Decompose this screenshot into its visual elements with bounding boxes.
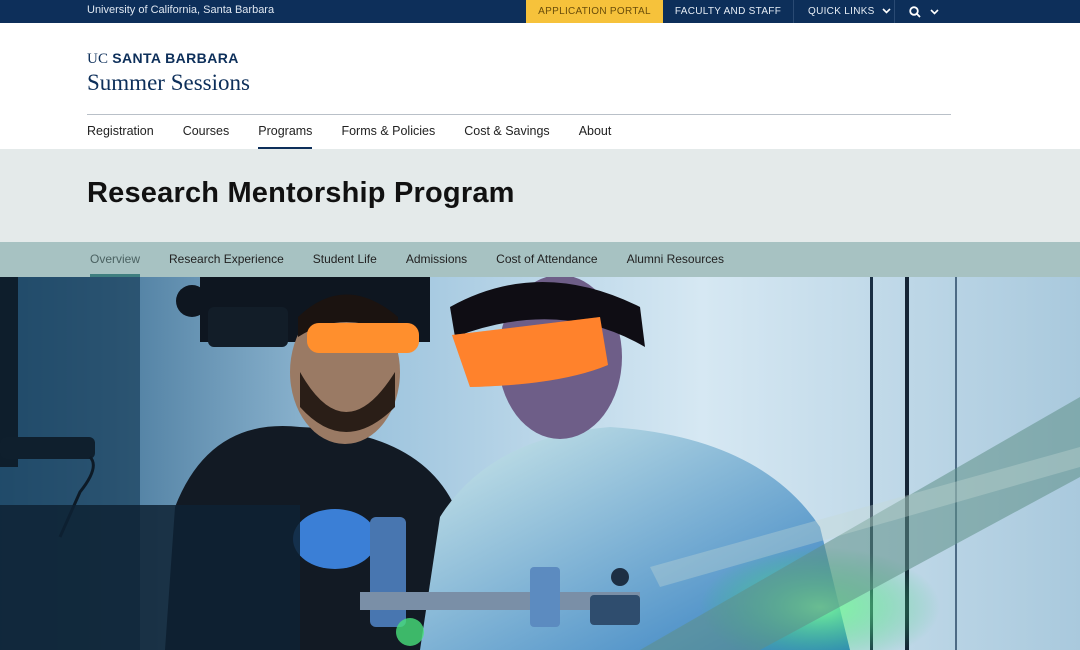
search-toggle[interactable] bbox=[900, 0, 942, 23]
brand-summer-sessions: Summer Sessions bbox=[87, 70, 250, 95]
tab-admissions[interactable]: Admissions bbox=[406, 242, 467, 277]
faculty-staff-link[interactable]: FACULTY AND STAFF bbox=[663, 0, 794, 23]
search-icon bbox=[909, 3, 925, 20]
tab-overview[interactable]: Overview bbox=[90, 242, 141, 277]
nav-registration[interactable]: Registration bbox=[87, 115, 154, 149]
page-title-band: Research Mentorship Program bbox=[0, 149, 1080, 242]
nav-programs[interactable]: Programs bbox=[258, 115, 313, 149]
brand-santa-barbara: SANTA BARBARA bbox=[112, 50, 239, 66]
hero-image bbox=[0, 277, 1080, 650]
nav-about[interactable]: About bbox=[579, 115, 612, 149]
nav-cost-savings[interactable]: Cost & Savings bbox=[464, 115, 549, 149]
section-nav: Overview Research Experience Student Lif… bbox=[0, 242, 1080, 277]
page-title: Research Mentorship Program bbox=[87, 177, 515, 209]
nav-forms-policies[interactable]: Forms & Policies bbox=[341, 115, 435, 149]
tab-cost-of-attendance[interactable]: Cost of Attendance bbox=[496, 242, 597, 277]
brand-uc: UC bbox=[87, 51, 109, 67]
tab-research-experience[interactable]: Research Experience bbox=[169, 242, 284, 277]
application-portal-button[interactable]: APPLICATION PORTAL bbox=[526, 0, 663, 23]
chevron-down-icon bbox=[930, 3, 940, 20]
nav-courses[interactable]: Courses bbox=[183, 115, 230, 149]
utility-bar: University of California, Santa Barbara … bbox=[0, 0, 1080, 23]
quick-links-label: QUICK LINKS bbox=[808, 6, 875, 17]
main-nav: Registration Courses Programs Forms & Po… bbox=[87, 115, 640, 149]
quick-links-dropdown[interactable]: QUICK LINKS bbox=[795, 0, 895, 23]
site-logo[interactable]: UC SANTA BARBARA Summer Sessions bbox=[87, 50, 250, 96]
brand-university: UC SANTA BARBARA bbox=[87, 50, 250, 68]
university-link[interactable]: University of California, Santa Barbara bbox=[87, 4, 274, 16]
chevron-down-icon bbox=[882, 0, 891, 23]
tab-alumni-resources[interactable]: Alumni Resources bbox=[627, 242, 724, 277]
tab-student-life[interactable]: Student Life bbox=[313, 242, 377, 277]
